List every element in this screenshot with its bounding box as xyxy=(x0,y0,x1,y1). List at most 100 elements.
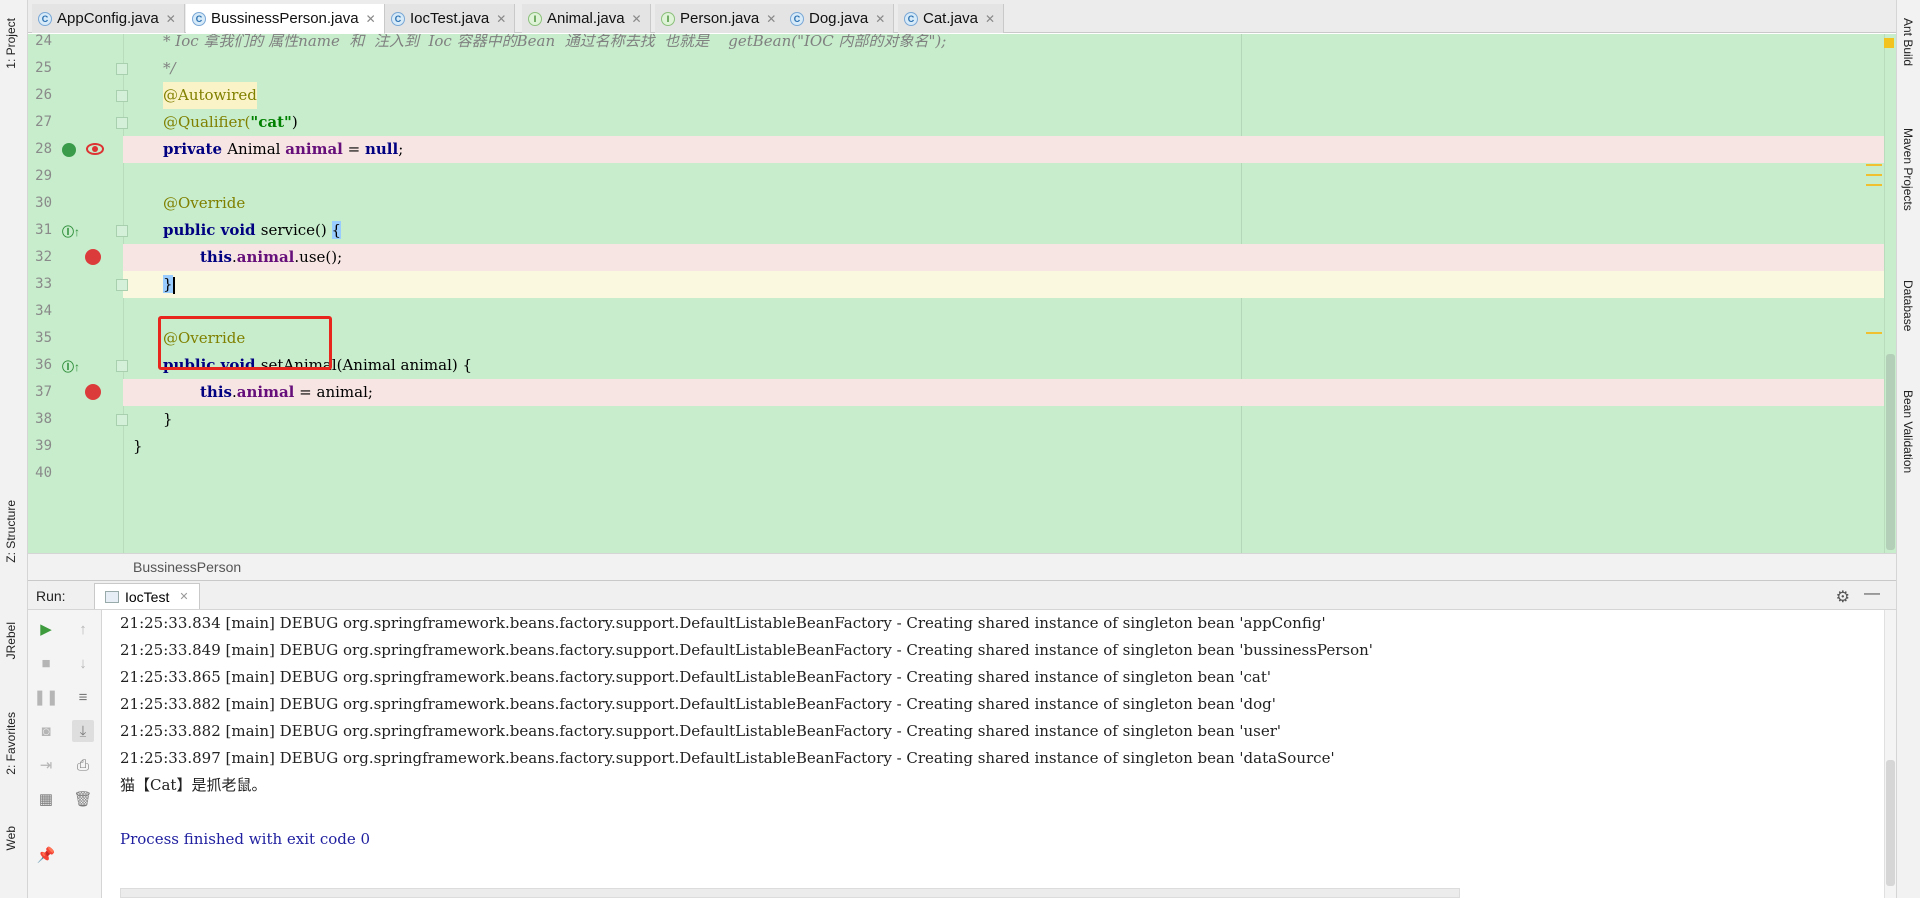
close-icon[interactable]: ✕ xyxy=(179,590,188,603)
implements-method-icon[interactable]: Ⓘ↑ xyxy=(62,223,80,240)
stop-icon[interactable]: ■ xyxy=(37,654,55,672)
close-icon[interactable]: ✕ xyxy=(875,12,885,26)
trash-icon[interactable]: 🗑 xyxy=(73,790,92,808)
database-tool-button[interactable]: Database xyxy=(1901,280,1915,331)
text-caret xyxy=(172,276,175,294)
error-stripe-mark[interactable] xyxy=(1866,164,1882,166)
code-text: .use(); xyxy=(294,248,343,266)
layout-icon[interactable]: ▦ xyxy=(37,790,55,808)
code-line[interactable]: public void service() { xyxy=(123,217,1896,244)
close-icon[interactable]: ✕ xyxy=(366,12,376,26)
tab-dog[interactable]: C Dog.java ✕ xyxy=(784,4,895,33)
exit-icon[interactable]: ⇥ xyxy=(37,756,55,774)
right-tool-stripe: Ant Build Maven Projects Database Bean V… xyxy=(1896,0,1920,898)
error-stripe-mark[interactable] xyxy=(1866,174,1882,176)
watch-eye-icon[interactable] xyxy=(86,143,104,155)
code-line-breakpoint[interactable]: this.animal.use(); xyxy=(123,244,1896,271)
close-icon[interactable]: ✕ xyxy=(632,12,642,26)
console-output[interactable]: 21:25:33.834 [main] DEBUG org.springfram… xyxy=(102,610,1896,898)
code-line[interactable]: */ xyxy=(123,55,1896,82)
soft-wrap-icon[interactable]: ≡ xyxy=(74,688,92,706)
line-number: 33 xyxy=(35,276,52,292)
inspection-status-icon[interactable] xyxy=(1884,38,1894,48)
code-text: = animal; xyxy=(294,383,373,401)
database-label: Database xyxy=(1901,280,1915,332)
code-line[interactable]: * Ioc 拿我们的 属性name 和 注入到 Ioc 容器中的Bean 通过名… xyxy=(123,34,1896,55)
line-number: 31 xyxy=(35,222,52,238)
console-horizontal-scrollbar[interactable] xyxy=(120,888,1460,898)
method-signature: service() xyxy=(260,221,332,239)
pin-icon[interactable]: 📌 xyxy=(37,846,56,864)
close-icon[interactable]: ✕ xyxy=(166,12,176,26)
code-line[interactable]: @Override xyxy=(123,190,1896,217)
structure-tool-button[interactable]: Z: Structure xyxy=(4,500,18,563)
field-name: animal xyxy=(236,248,295,266)
gear-icon[interactable]: ⚙ xyxy=(1836,587,1850,607)
close-icon[interactable]: ✕ xyxy=(496,12,506,26)
matched-brace: } xyxy=(163,275,173,293)
project-tool-button[interactable]: 1: Project xyxy=(4,18,18,69)
camera-icon[interactable]: ◙ xyxy=(37,722,55,740)
tab-bussinessperson[interactable]: C BussinessPerson.java ✕ xyxy=(186,4,385,34)
ant-build-tool-button[interactable]: Ant Build xyxy=(1901,18,1915,66)
close-icon[interactable]: ✕ xyxy=(985,12,995,26)
favorites-tool-button[interactable]: 2: Favorites xyxy=(4,712,18,775)
error-stripe-mark[interactable] xyxy=(1866,184,1882,186)
console-scroll-thumb[interactable] xyxy=(1886,760,1895,886)
current-code-line[interactable]: } xyxy=(123,271,1896,298)
breakpoint-icon[interactable] xyxy=(85,384,101,400)
implements-method-icon[interactable]: Ⓘ↑ xyxy=(62,358,80,375)
bean-validation-tool-button[interactable]: Bean Validation xyxy=(1901,390,1915,473)
breakpoint-icon[interactable] xyxy=(85,249,101,265)
scroll-to-end-icon[interactable]: ⤓ xyxy=(72,720,94,742)
code-line[interactable]: @Override xyxy=(123,325,1896,352)
code-line[interactable]: } xyxy=(123,406,1896,433)
tab-appconfig[interactable]: C AppConfig.java ✕ xyxy=(32,4,185,33)
fold-icon[interactable] xyxy=(116,279,128,291)
breadcrumb: BussinessPerson xyxy=(28,553,1896,580)
editor-scroll-thumb[interactable] xyxy=(1886,354,1895,550)
comment-text: * Ioc 拿我们的 属性name 和 注入到 Ioc 容器中的Bean 通过名… xyxy=(163,34,947,50)
error-stripe-mark[interactable] xyxy=(1866,332,1882,334)
run-config-label: IocTest xyxy=(125,588,170,605)
maven-projects-tool-button[interactable]: Maven Projects xyxy=(1901,128,1915,211)
code-line[interactable]: @Qualifier("cat") xyxy=(123,109,1896,136)
project-tool-label: 1: Project xyxy=(4,18,18,69)
breadcrumb-item[interactable]: BussinessPerson xyxy=(133,559,241,575)
minimize-icon[interactable]: — xyxy=(1864,585,1880,603)
code-line-breakpoint[interactable]: this.animal = animal; xyxy=(123,379,1896,406)
autowired-bean-icon[interactable] xyxy=(62,143,76,157)
print-icon[interactable]: ⎙ xyxy=(74,756,92,774)
console-line: 21:25:33.882 [main] DEBUG org.springfram… xyxy=(120,695,1276,713)
tab-ioctest[interactable]: C IocTest.java ✕ xyxy=(385,4,516,33)
line-number: 28 xyxy=(35,141,52,157)
web-tool-label: Web xyxy=(4,826,18,851)
run-icon[interactable]: ▶ xyxy=(37,620,55,638)
tab-person[interactable]: I Person.java ✕ xyxy=(655,4,786,33)
tab-label: Animal.java xyxy=(547,10,625,27)
close-icon[interactable]: ✕ xyxy=(766,12,776,26)
editor-vertical-scrollbar[interactable] xyxy=(1884,34,1896,553)
console-line: 21:25:33.849 [main] DEBUG org.springfram… xyxy=(120,641,1373,659)
string-literal: "cat" xyxy=(250,113,292,131)
scroll-up-icon[interactable]: ↑ xyxy=(74,620,92,638)
web-tool-button[interactable]: Web xyxy=(4,826,18,850)
code-text: = xyxy=(342,140,365,158)
run-config-tab[interactable]: IocTest ✕ xyxy=(94,583,200,609)
code-line[interactable]: public void setAnimal(Animal animal) { xyxy=(123,352,1896,379)
console-vertical-scrollbar[interactable] xyxy=(1884,610,1896,898)
test-config-icon xyxy=(105,590,119,603)
code-line-breakpoint[interactable]: private Animal animal = null; xyxy=(123,136,1896,163)
matched-brace: { xyxy=(331,221,342,239)
tab-animal[interactable]: I Animal.java ✕ xyxy=(522,4,651,33)
code-line[interactable]: @Autowired xyxy=(123,82,1896,109)
scroll-down-icon[interactable]: ↓ xyxy=(74,654,92,672)
tab-cat[interactable]: C Cat.java ✕ xyxy=(898,4,1005,33)
tab-label: BussinessPerson.java xyxy=(211,10,359,27)
code-editor[interactable]: 24 * Ioc 拿我们的 属性name 和 注入到 Ioc 容器中的Bean … xyxy=(28,34,1896,553)
pause-icon[interactable]: ❚❚ xyxy=(33,688,58,706)
code-line[interactable]: } xyxy=(123,433,1896,460)
line-number: 30 xyxy=(35,195,52,211)
keyword: this xyxy=(200,248,232,266)
jrebel-tool-button[interactable]: JRebel xyxy=(4,622,18,659)
